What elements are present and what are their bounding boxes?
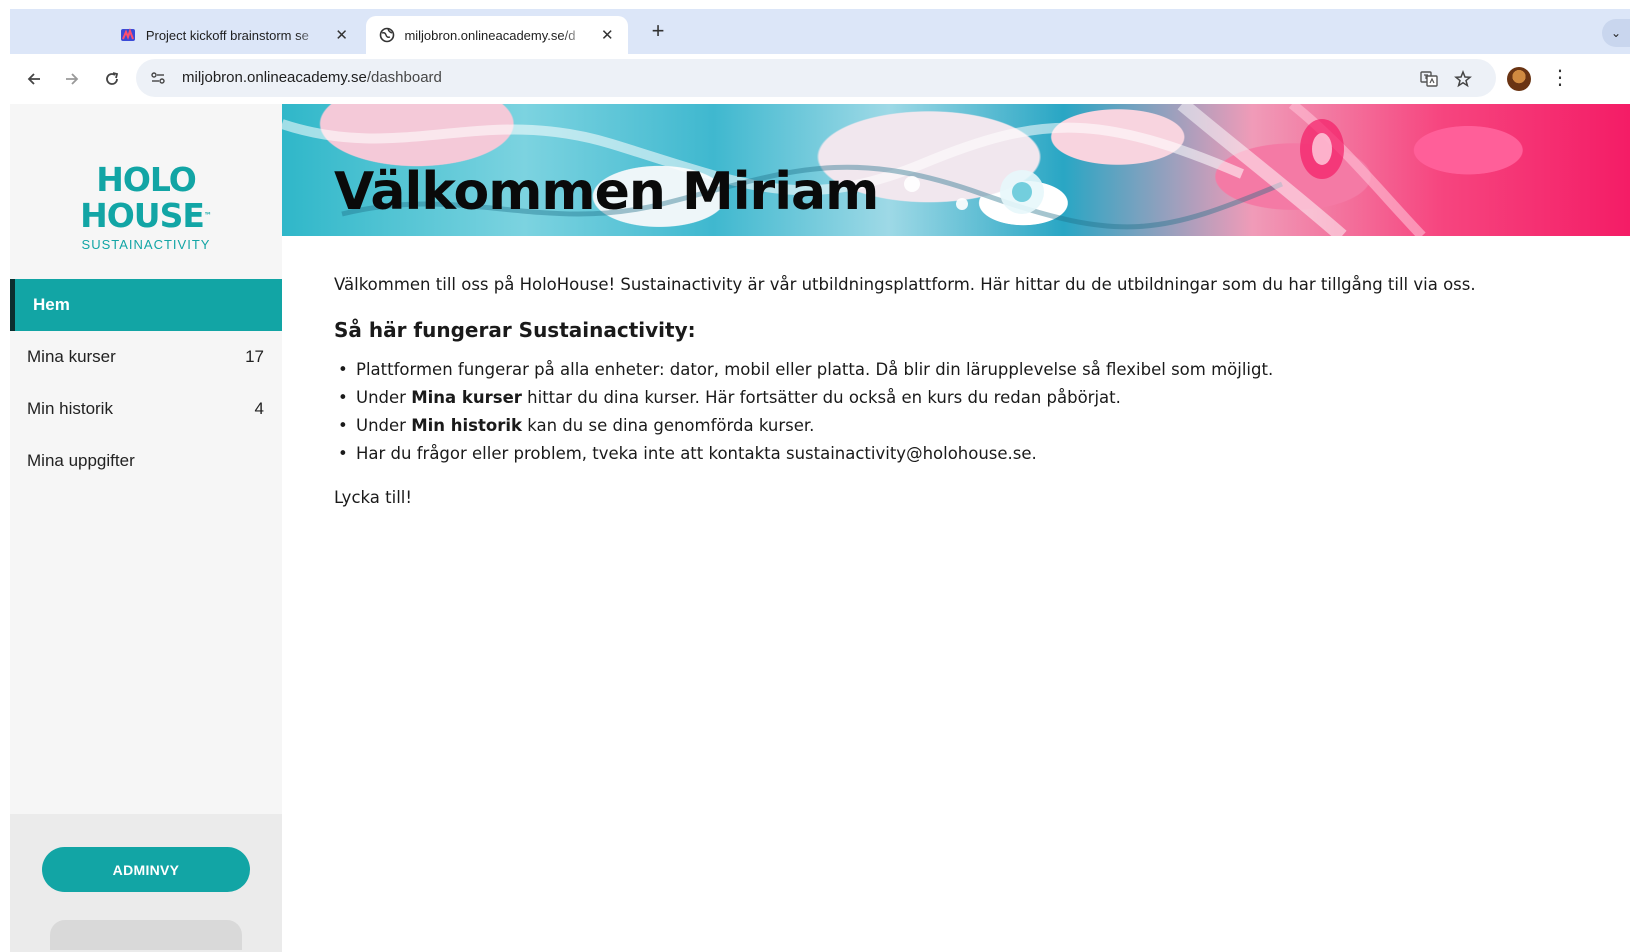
site-settings-icon[interactable]	[148, 68, 168, 88]
sidebar: HOLO HOUSE™ SUSTAINACTIVITY Hem Mina kur…	[10, 104, 282, 952]
tab-title: Project kickoff brainstorm se	[145, 27, 309, 43]
sidebar-item-mina-kurser[interactable]: Mina kurser 17	[10, 331, 282, 383]
list-item-text: hittar du dina kurser. Här fortsätter du…	[521, 388, 1121, 407]
howto-list: Plattformen fungerar på alla enheter: da…	[334, 356, 1514, 468]
page-title: Välkommen Miriam	[334, 162, 879, 222]
intro-text: Välkommen till oss på HoloHouse! Sustain…	[334, 275, 1476, 294]
sidebar-item-min-historik[interactable]: Min historik 4	[10, 383, 282, 435]
logo-text: HOLO HOUSE™	[26, 162, 266, 234]
sidebar-item-label: Mina kurser	[27, 347, 116, 366]
adminvy-button[interactable]: ADMINVY	[42, 847, 250, 892]
tab-project-kickoff[interactable]: Project kickoff brainstorm se ✕	[108, 16, 362, 54]
sidebar-footer: ADMINVY	[10, 814, 282, 952]
sidebar-item-label: Min historik	[27, 399, 113, 418]
logo-trademark: ™	[203, 211, 212, 220]
sidebar-item-hem[interactable]: Hem	[10, 279, 282, 331]
profile-avatar[interactable]	[1507, 67, 1531, 91]
back-icon[interactable]	[21, 66, 47, 92]
more-menu-icon[interactable]: ⋮	[1550, 66, 1570, 90]
close-tab-icon[interactable]: ✕	[333, 26, 350, 44]
translate-icon[interactable]	[1418, 68, 1440, 90]
list-item: Har du frågor eller problem, tveka inte …	[334, 440, 1514, 468]
list-item-text: Plattformen fungerar på alla enheter: da…	[356, 360, 1274, 379]
sidebar-item-label: Hem	[33, 295, 70, 314]
list-item-text: Under	[356, 416, 412, 435]
sidebar-nav: Hem Mina kurser 17 Min historik 4 Mina u…	[10, 279, 282, 487]
tab-strip: Project kickoff brainstorm se ✕ miljobro…	[10, 9, 1630, 54]
globe-icon	[378, 26, 395, 44]
browser-window: Project kickoff brainstorm se ✕ miljobro…	[0, 0, 1630, 952]
hero-banner: Välkommen Miriam	[282, 104, 1630, 236]
secondary-footer-button[interactable]	[50, 920, 242, 950]
mina-kurser-emphasis: Mina kurser	[411, 388, 522, 407]
tab-miljobron[interactable]: miljobron.onlineacademy.se/d ✕	[366, 16, 628, 54]
holohouse-logo[interactable]: HOLO HOUSE™ SUSTAINACTIVITY	[26, 162, 266, 253]
logo-wordmark: HOLO HOUSE	[80, 160, 205, 235]
list-item: Under Min historik kan du se dina genomf…	[334, 412, 1514, 440]
forward-icon[interactable]	[59, 66, 85, 92]
sidebar-item-count: 4	[254, 399, 264, 418]
list-item-text: kan du se dina genomförda kurser.	[521, 416, 815, 435]
list-item: Plattformen fungerar på alla enheter: da…	[334, 356, 1514, 384]
url-path: /dashboard	[366, 69, 442, 86]
logo-subtitle: SUSTAINACTIVITY	[81, 237, 211, 252]
close-tab-icon[interactable]: ✕	[599, 26, 616, 44]
url-host: miljobron.onlineacademy.se	[182, 69, 367, 86]
bookmark-star-icon[interactable]	[1452, 68, 1474, 90]
browser-toolbar: miljobron.onlineacademy.se/dashboard ⋮	[10, 54, 1630, 104]
reload-icon[interactable]	[99, 66, 125, 92]
tab-search-dropdown-icon[interactable]: ⌄	[1602, 19, 1630, 47]
url-text[interactable]: miljobron.onlineacademy.se/dashboard	[182, 69, 442, 86]
new-tab-button[interactable]: +	[646, 18, 670, 44]
list-item-text: Under	[356, 388, 412, 407]
howto-heading: Så här fungerar Sustainactivity:	[334, 318, 696, 342]
list-item: Under Mina kurser hittar du dina kurser.…	[334, 384, 1514, 412]
sidebar-item-mina-uppgifter[interactable]: Mina uppgifter	[10, 435, 282, 487]
tab-title: miljobron.onlineacademy.se/d	[404, 27, 576, 43]
sidebar-item-count: 17	[245, 347, 264, 366]
main-content: Välkommen till oss på HoloHouse! Sustain…	[334, 270, 1514, 511]
address-bar[interactable]: miljobron.onlineacademy.se/dashboard	[136, 59, 1496, 97]
min-historik-emphasis: Min historik	[411, 416, 522, 435]
closing-text: Lycka till!	[334, 488, 412, 507]
miro-board-icon	[120, 26, 137, 44]
list-item-text: Har du frågor eller problem, tveka inte …	[356, 444, 1037, 463]
sidebar-item-label: Mina uppgifter	[27, 451, 135, 470]
